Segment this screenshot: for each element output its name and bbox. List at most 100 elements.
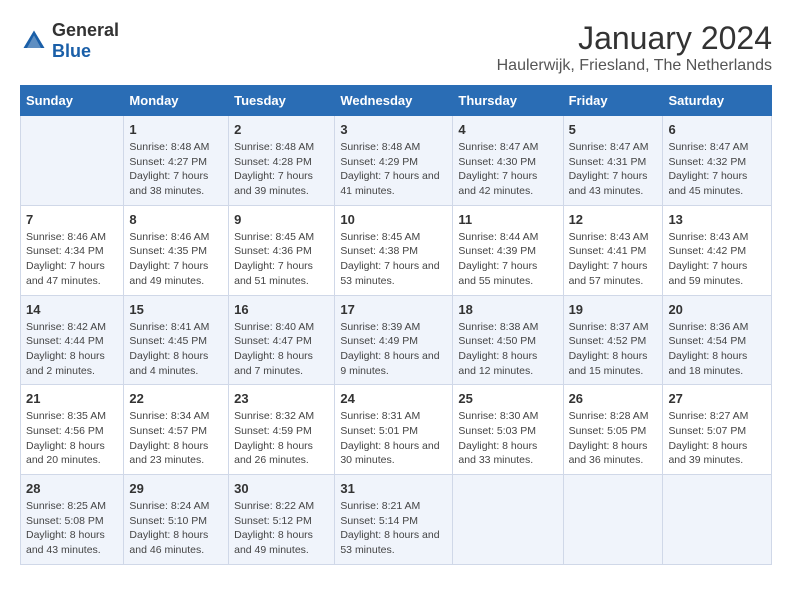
- day-cell: 2 Sunrise: 8:48 AMSunset: 4:28 PMDaylight…: [229, 116, 335, 206]
- day-number: 19: [569, 302, 658, 317]
- day-cell: [453, 475, 563, 565]
- title-block: January 2024 Haulerwijk, Friesland, The …: [497, 20, 772, 75]
- day-cell: 29Sunrise: 8:24 AMSunset: 5:10 PMDayligh…: [124, 475, 229, 565]
- day-info: Sunrise: 8:39 AMSunset: 4:49 PMDaylight:…: [340, 320, 447, 379]
- day-info: Sunrise: 8:25 AMSunset: 5:08 PMDaylight:…: [26, 499, 118, 558]
- col-header-tuesday: Tuesday: [229, 86, 335, 116]
- day-info: Sunrise: 8:48 AMSunset: 4:27 PMDaylight:…: [129, 140, 223, 199]
- day-cell: 16 Sunrise: 8:40 AMSunset: 4:47 PMDayligh…: [229, 295, 335, 385]
- day-cell: 5 Sunrise: 8:47 AMSunset: 4:31 PMDaylight…: [563, 116, 663, 206]
- day-cell: 8 Sunrise: 8:46 AMSunset: 4:35 PMDaylight…: [124, 205, 229, 295]
- day-info: Sunrise: 8:31 AMSunset: 5:01 PMDaylight:…: [340, 409, 447, 468]
- day-number: 5: [569, 122, 658, 137]
- day-cell: [663, 475, 772, 565]
- day-number: 31: [340, 481, 447, 496]
- day-number: 12: [569, 212, 658, 227]
- day-info: Sunrise: 8:46 AMSunset: 4:35 PMDaylight:…: [129, 230, 223, 289]
- day-info: Sunrise: 8:27 AMSunset: 5:07 PMDaylight:…: [668, 409, 766, 468]
- week-row-3: 21 Sunrise: 8:35 AMSunset: 4:56 PMDayligh…: [21, 385, 772, 475]
- day-info: Sunrise: 8:28 AMSunset: 5:05 PMDaylight:…: [569, 409, 658, 468]
- day-number: 23: [234, 391, 329, 406]
- day-info: Sunrise: 8:46 AMSunset: 4:34 PMDaylight:…: [26, 230, 118, 289]
- day-cell: 22 Sunrise: 8:34 AMSunset: 4:57 PMDayligh…: [124, 385, 229, 475]
- calendar-header-row: SundayMondayTuesdayWednesdayThursdayFrid…: [21, 86, 772, 116]
- day-info: Sunrise: 8:32 AMSunset: 4:59 PMDaylight:…: [234, 409, 329, 468]
- day-cell: 20Sunrise: 8:36 AMSunset: 4:54 PMDayligh…: [663, 295, 772, 385]
- day-number: 11: [458, 212, 557, 227]
- day-cell: 27 Sunrise: 8:27 AMSunset: 5:07 PMDayligh…: [663, 385, 772, 475]
- day-info: Sunrise: 8:41 AMSunset: 4:45 PMDaylight:…: [129, 320, 223, 379]
- logo-icon: [20, 27, 48, 55]
- day-info: Sunrise: 8:48 AMSunset: 4:29 PMDaylight:…: [340, 140, 447, 199]
- day-number: 21: [26, 391, 118, 406]
- week-row-0: 1 Sunrise: 8:48 AMSunset: 4:27 PMDaylight…: [21, 116, 772, 206]
- col-header-wednesday: Wednesday: [335, 86, 453, 116]
- day-info: Sunrise: 8:24 AMSunset: 5:10 PMDaylight:…: [129, 499, 223, 558]
- day-number: 24: [340, 391, 447, 406]
- page-header: General Blue January 2024 Haulerwijk, Fr…: [20, 20, 772, 75]
- day-cell: 1 Sunrise: 8:48 AMSunset: 4:27 PMDaylight…: [124, 116, 229, 206]
- logo-text-blue: Blue: [52, 41, 91, 61]
- day-info: Sunrise: 8:47 AMSunset: 4:31 PMDaylight:…: [569, 140, 658, 199]
- day-number: 25: [458, 391, 557, 406]
- day-info: Sunrise: 8:35 AMSunset: 4:56 PMDaylight:…: [26, 409, 118, 468]
- logo: General Blue: [20, 20, 119, 62]
- day-number: 26: [569, 391, 658, 406]
- day-number: 16: [234, 302, 329, 317]
- day-cell: 25 Sunrise: 8:30 AMSunset: 5:03 PMDayligh…: [453, 385, 563, 475]
- day-cell: 23 Sunrise: 8:32 AMSunset: 4:59 PMDayligh…: [229, 385, 335, 475]
- day-cell: [563, 475, 663, 565]
- day-number: 6: [668, 122, 766, 137]
- day-cell: 9 Sunrise: 8:45 AMSunset: 4:36 PMDaylight…: [229, 205, 335, 295]
- day-info: Sunrise: 8:30 AMSunset: 5:03 PMDaylight:…: [458, 409, 557, 468]
- day-number: 3: [340, 122, 447, 137]
- day-cell: 15 Sunrise: 8:41 AMSunset: 4:45 PMDayligh…: [124, 295, 229, 385]
- day-number: 22: [129, 391, 223, 406]
- day-number: 2: [234, 122, 329, 137]
- day-number: 13: [668, 212, 766, 227]
- day-info: Sunrise: 8:42 AMSunset: 4:44 PMDaylight:…: [26, 320, 118, 379]
- day-cell: 13 Sunrise: 8:43 AMSunset: 4:42 PMDayligh…: [663, 205, 772, 295]
- day-number: 1: [129, 122, 223, 137]
- day-info: Sunrise: 8:48 AMSunset: 4:28 PMDaylight:…: [234, 140, 329, 199]
- day-cell: 17Sunrise: 8:39 AMSunset: 4:49 PMDayligh…: [335, 295, 453, 385]
- day-cell: 19 Sunrise: 8:37 AMSunset: 4:52 PMDayligh…: [563, 295, 663, 385]
- day-info: Sunrise: 8:34 AMSunset: 4:57 PMDaylight:…: [129, 409, 223, 468]
- col-header-monday: Monday: [124, 86, 229, 116]
- day-info: Sunrise: 8:43 AMSunset: 4:42 PMDaylight:…: [668, 230, 766, 289]
- day-number: 8: [129, 212, 223, 227]
- day-info: Sunrise: 8:22 AMSunset: 5:12 PMDaylight:…: [234, 499, 329, 558]
- week-row-1: 7Sunrise: 8:46 AMSunset: 4:34 PMDaylight…: [21, 205, 772, 295]
- day-cell: [21, 116, 124, 206]
- day-info: Sunrise: 8:21 AMSunset: 5:14 PMDaylight:…: [340, 499, 447, 558]
- day-number: 15: [129, 302, 223, 317]
- day-number: 28: [26, 481, 118, 496]
- day-info: Sunrise: 8:40 AMSunset: 4:47 PMDaylight:…: [234, 320, 329, 379]
- day-info: Sunrise: 8:45 AMSunset: 4:38 PMDaylight:…: [340, 230, 447, 289]
- day-cell: 18Sunrise: 8:38 AMSunset: 4:50 PMDayligh…: [453, 295, 563, 385]
- day-cell: 6 Sunrise: 8:47 AMSunset: 4:32 PMDaylight…: [663, 116, 772, 206]
- day-number: 20: [668, 302, 766, 317]
- main-title: January 2024: [497, 20, 772, 57]
- day-cell: 30Sunrise: 8:22 AMSunset: 5:12 PMDayligh…: [229, 475, 335, 565]
- logo-text-general: General: [52, 20, 119, 40]
- day-cell: 11 Sunrise: 8:44 AMSunset: 4:39 PMDayligh…: [453, 205, 563, 295]
- day-info: Sunrise: 8:37 AMSunset: 4:52 PMDaylight:…: [569, 320, 658, 379]
- day-number: 9: [234, 212, 329, 227]
- day-cell: 26 Sunrise: 8:28 AMSunset: 5:05 PMDayligh…: [563, 385, 663, 475]
- day-cell: 12Sunrise: 8:43 AMSunset: 4:41 PMDayligh…: [563, 205, 663, 295]
- day-number: 27: [668, 391, 766, 406]
- day-cell: 4 Sunrise: 8:47 AMSunset: 4:30 PMDaylight…: [453, 116, 563, 206]
- day-info: Sunrise: 8:45 AMSunset: 4:36 PMDaylight:…: [234, 230, 329, 289]
- week-row-4: 28 Sunrise: 8:25 AMSunset: 5:08 PMDayligh…: [21, 475, 772, 565]
- calendar-table: SundayMondayTuesdayWednesdayThursdayFrid…: [20, 85, 772, 565]
- day-number: 4: [458, 122, 557, 137]
- subtitle: Haulerwijk, Friesland, The Netherlands: [497, 57, 772, 75]
- day-info: Sunrise: 8:44 AMSunset: 4:39 PMDaylight:…: [458, 230, 557, 289]
- day-cell: 21 Sunrise: 8:35 AMSunset: 4:56 PMDayligh…: [21, 385, 124, 475]
- day-info: Sunrise: 8:38 AMSunset: 4:50 PMDaylight:…: [458, 320, 557, 379]
- day-info: Sunrise: 8:47 AMSunset: 4:30 PMDaylight:…: [458, 140, 557, 199]
- day-info: Sunrise: 8:47 AMSunset: 4:32 PMDaylight:…: [668, 140, 766, 199]
- day-number: 14: [26, 302, 118, 317]
- day-cell: 28 Sunrise: 8:25 AMSunset: 5:08 PMDayligh…: [21, 475, 124, 565]
